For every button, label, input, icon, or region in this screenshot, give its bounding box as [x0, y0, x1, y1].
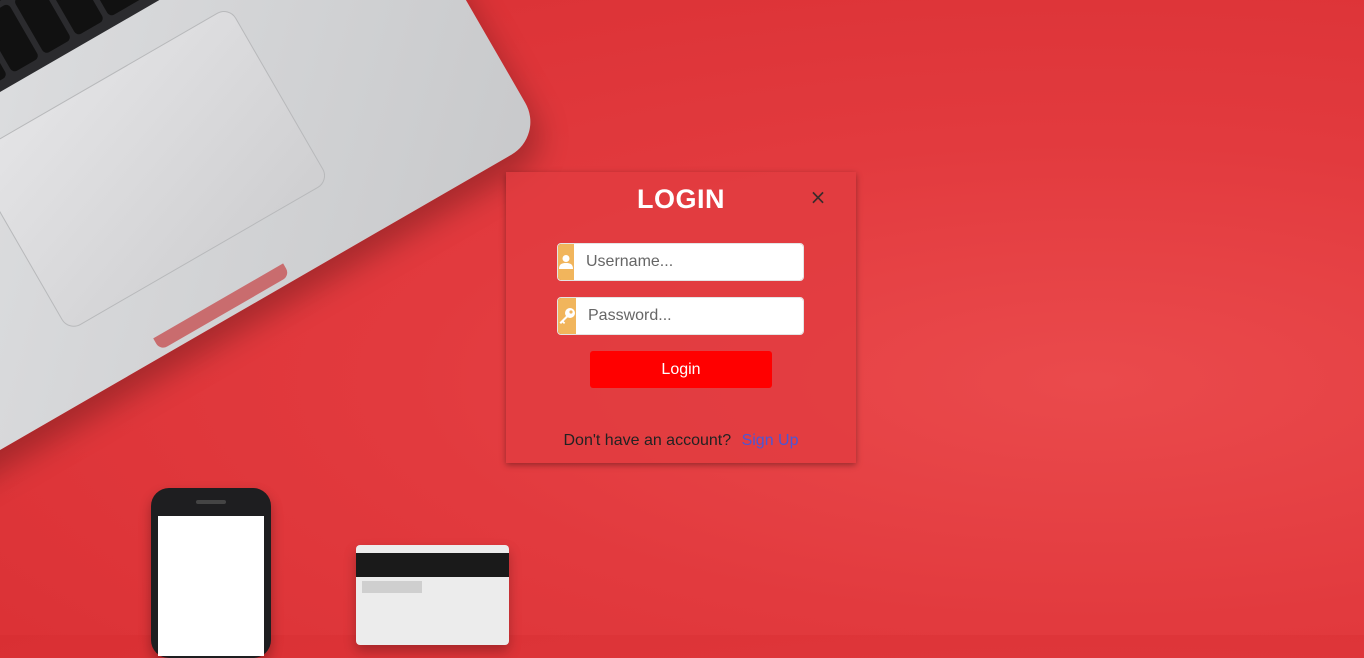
laptop-hinge — [153, 263, 291, 351]
key-icon — [558, 298, 576, 334]
password-group — [557, 297, 804, 335]
card-magnetic-stripe — [356, 553, 509, 577]
phone-screen — [158, 516, 264, 656]
modal-title: LOGIN — [637, 184, 725, 214]
login-modal: LOGIN × Login Don't have an account? Sig… — [506, 172, 856, 463]
card-signature-strip — [362, 581, 422, 593]
username-group — [557, 243, 804, 281]
signup-prompt: Don't have an account? Sign Up — [506, 432, 856, 450]
signup-link[interactable]: Sign Up — [742, 432, 799, 449]
laptop-image: esc1234567890-=⌫tabQWERTYUIOP[]\capsASDF… — [0, 0, 545, 496]
phone-speaker — [196, 500, 226, 504]
phone-image — [151, 488, 271, 658]
login-button[interactable]: Login — [590, 351, 772, 388]
username-input[interactable] — [574, 244, 803, 280]
user-icon — [558, 244, 574, 280]
credit-card-image — [356, 545, 509, 645]
password-input[interactable] — [576, 298, 803, 334]
close-icon[interactable]: × — [808, 187, 828, 207]
signup-prompt-text: Don't have an account? — [563, 432, 732, 449]
